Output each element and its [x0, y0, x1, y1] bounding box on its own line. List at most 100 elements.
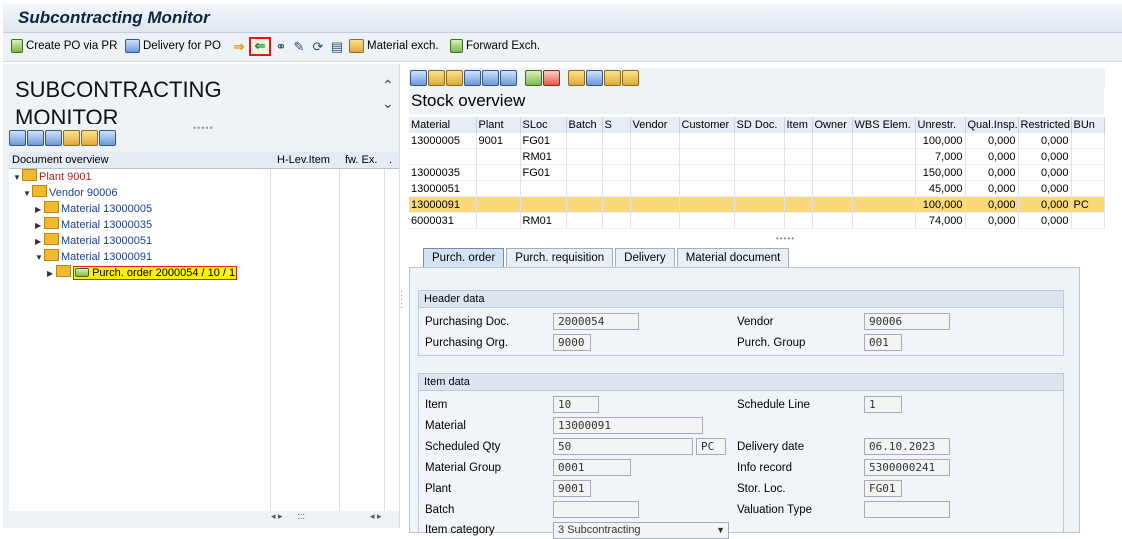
delivery-date-field[interactable]: 06.10.2023 [864, 438, 950, 455]
grid-cell[interactable] [602, 148, 631, 165]
purchasing-doc-field[interactable]: 2000054 [553, 313, 639, 330]
tree-hscroll-left[interactable]: ◂ ▸ ::: [271, 511, 315, 525]
layout-icon[interactable] [81, 130, 98, 146]
filter-icon[interactable] [500, 70, 517, 86]
grid-cell[interactable] [476, 180, 521, 197]
expand-arrow-icon[interactable]: ▶ [47, 266, 56, 282]
grid-cell[interactable] [679, 196, 735, 213]
grid-cell[interactable]: 150,000 [915, 164, 966, 181]
grid-cell[interactable] [679, 212, 735, 229]
scheduled-qty-field[interactable]: 50 [553, 438, 693, 455]
find-next-icon[interactable] [482, 70, 499, 86]
grid-cell[interactable]: 74,000 [915, 212, 966, 229]
details-icon[interactable] [410, 70, 427, 86]
grid-cell[interactable] [566, 133, 603, 149]
expand-all-icon[interactable] [9, 130, 26, 146]
grid-col-header[interactable]: BUn [1071, 117, 1105, 133]
grid-cell[interactable] [852, 212, 916, 229]
grid-cell[interactable] [734, 196, 785, 213]
grid-cell[interactable] [520, 180, 567, 197]
item-field[interactable]: 10 [553, 396, 599, 413]
tree-node-plant[interactable]: ▼ Plant 9001 [9, 169, 274, 185]
grid-cell[interactable] [812, 212, 853, 229]
grid-col-header[interactable]: SD Doc. [734, 117, 785, 133]
vendor-field[interactable]: 90006 [864, 313, 950, 330]
plant-field[interactable]: 9001 [553, 480, 591, 497]
tree-node-vendor[interactable]: ▼ Vendor 90006 [9, 185, 284, 201]
grid-cell[interactable] [1071, 164, 1105, 181]
chevron-down-icon[interactable]: ▼ [716, 523, 725, 538]
grid-resize-grip[interactable]: ••••• [776, 234, 795, 243]
material-field[interactable]: 13000091 [553, 417, 703, 434]
grid-row[interactable]: 13000051 45,000 0,000 0,000 [409, 180, 1105, 197]
grid-cell[interactable] [566, 180, 603, 197]
grid-cell[interactable]: 100,000 [915, 133, 966, 149]
sum-icon[interactable] [525, 70, 542, 86]
schedule-line-field[interactable]: 1 [864, 396, 902, 413]
tree-node-material[interactable]: ▶ Material 13000035 [9, 217, 296, 233]
grid-cell[interactable] [784, 212, 813, 229]
grid-cell[interactable] [679, 164, 735, 181]
purchasing-org-field[interactable]: 9000 [553, 334, 591, 351]
grid-cell[interactable] [852, 196, 916, 213]
export-icon[interactable] [604, 70, 621, 86]
valuation-type-field[interactable] [864, 501, 950, 518]
grid-col-header[interactable]: Unrestr. [915, 117, 966, 133]
col-h-lev-item[interactable]: H-Lev.Item [277, 154, 330, 166]
find-icon[interactable] [464, 70, 481, 86]
grid-cell[interactable]: 7,000 [915, 148, 966, 165]
grid-cell[interactable] [1071, 148, 1105, 165]
grid-cell[interactable]: 0,000 [1018, 196, 1072, 213]
grid-cell[interactable]: 0,000 [1018, 180, 1072, 197]
tree-node-material[interactable]: ▶ Material 13000051 [9, 233, 296, 249]
search-icon[interactable] [99, 130, 116, 146]
unit-field[interactable]: PC [696, 438, 726, 455]
splitter-grip[interactable]: ••••• [193, 123, 214, 133]
grid-cell[interactable] [602, 196, 631, 213]
grid-cell[interactable]: 0,000 [965, 133, 1019, 149]
grid-col-header[interactable]: Batch [566, 117, 603, 133]
grid-cell[interactable] [476, 212, 521, 229]
grid-cell[interactable]: 0,000 [1018, 212, 1072, 229]
grid-cell[interactable] [630, 212, 680, 229]
grid-col-header[interactable]: Item [784, 117, 813, 133]
scroll-up-icon[interactable]: ⌃ [382, 77, 394, 93]
grid-cell[interactable]: RM01 [520, 148, 567, 165]
tab-material-document[interactable]: Material document [676, 248, 790, 267]
print-icon[interactable] [568, 70, 585, 86]
binoculars-icon[interactable]: ⚭ [273, 39, 289, 54]
grid-cell[interactable]: RM01 [520, 212, 567, 229]
grid-cell[interactable] [1071, 133, 1105, 149]
grid-cell[interactable]: 13000035 [409, 164, 477, 181]
grid-cell[interactable] [852, 133, 916, 149]
grid-col-header[interactable]: Restricted [1018, 117, 1072, 133]
grid-col-header[interactable]: Vendor [630, 117, 680, 133]
grid-cell[interactable] [734, 148, 785, 165]
grid-cell[interactable] [566, 196, 603, 213]
tab-purch-order[interactable]: Purch. order [423, 248, 505, 267]
grid-cell[interactable] [812, 180, 853, 197]
grid-cell[interactable] [476, 196, 521, 213]
grid-cell[interactable] [630, 180, 680, 197]
grid-cell[interactable] [602, 212, 631, 229]
pencil-icon[interactable]: ✎ [291, 39, 307, 54]
grid-cell[interactable] [476, 164, 521, 181]
grid-cell[interactable] [852, 164, 916, 181]
tab-delivery[interactable]: Delivery [615, 248, 675, 267]
grid-cell[interactable]: 100,000 [915, 196, 966, 213]
tab-purch-requisition[interactable]: Purch. requisition [506, 248, 614, 267]
grid-cell[interactable] [630, 164, 680, 181]
grid-row[interactable]: 13000005 9001 FG01 100,000 0,000 0,000 [409, 133, 1105, 149]
grid-cell[interactable]: 0,000 [1018, 164, 1072, 181]
grid-cell[interactable] [784, 164, 813, 181]
grid-cell[interactable] [812, 196, 853, 213]
tree-node-material[interactable]: ▶ Material 13000005 [9, 201, 296, 217]
subtotal-icon[interactable] [543, 70, 560, 86]
grid-cell[interactable] [734, 133, 785, 149]
grid-cell[interactable]: 0,000 [965, 148, 1019, 165]
grid-cell[interactable] [784, 148, 813, 165]
grid-cell[interactable] [852, 180, 916, 197]
grid-cell[interactable] [852, 148, 916, 165]
print-icon[interactable] [63, 130, 80, 146]
col-dot[interactable]: . [389, 154, 392, 166]
